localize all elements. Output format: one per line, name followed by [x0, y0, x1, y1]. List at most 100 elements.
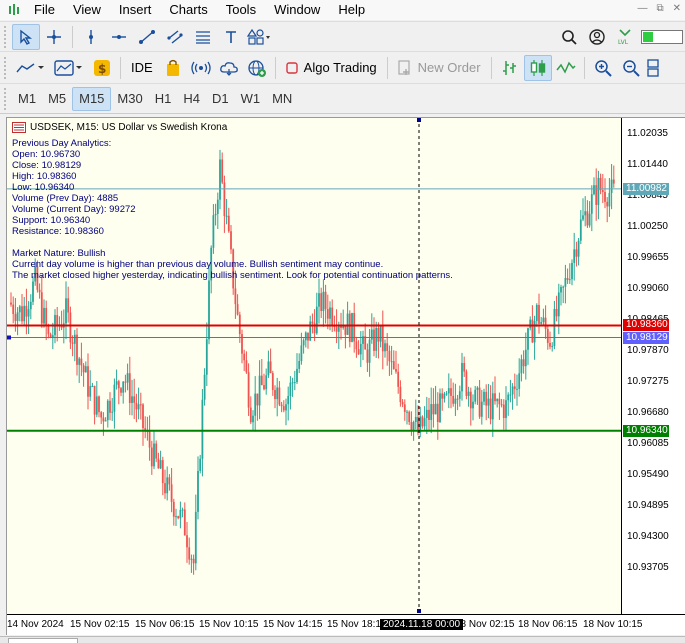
vps-button[interactable]	[215, 55, 243, 81]
candlestick-chart-button[interactable]	[523, 54, 552, 81]
bar-chart-button[interactable]	[496, 55, 524, 81]
menu-window[interactable]: Window	[268, 0, 332, 20]
separator	[274, 56, 276, 79]
candle-body	[260, 375, 263, 386]
candle-body	[126, 373, 129, 383]
menu-file[interactable]: File	[28, 0, 67, 20]
resistance-price-tag: 10.98360	[623, 319, 669, 332]
level-badge[interactable]: LVL	[611, 24, 639, 50]
candle-body	[322, 291, 325, 312]
account-button[interactable]	[583, 24, 611, 50]
candle-body	[56, 315, 59, 327]
line-chart-button[interactable]	[552, 55, 580, 81]
candle-body	[216, 199, 219, 214]
candle-body	[47, 326, 50, 335]
timeframe-m1[interactable]: M1	[12, 87, 42, 111]
candle-body	[32, 281, 34, 302]
candle-body	[359, 343, 362, 355]
timeframe-h1[interactable]: H1	[149, 87, 178, 111]
zoom-in-button[interactable]	[589, 55, 617, 81]
toolbar-grip[interactable]	[4, 87, 8, 110]
trend-line-button[interactable]	[133, 24, 161, 50]
candle-body	[403, 404, 406, 412]
candle-body	[175, 516, 177, 518]
timeframe-mn[interactable]: MN	[266, 87, 298, 111]
zoom-out-button[interactable]	[617, 55, 645, 81]
chart-canvas[interactable]: USDSEK, M15: US Dollar vs Swedish Krona …	[7, 118, 621, 614]
price-axis[interactable]: 11.02035 11.01440 11.00845 11.00250 10.99655…	[621, 118, 685, 614]
search-button[interactable]	[555, 24, 583, 50]
candle-body	[82, 365, 85, 373]
chart-toolbar: $ IDE Algo Trading New Order	[0, 52, 685, 84]
broadcast-button[interactable]	[187, 55, 215, 81]
candle-body	[276, 387, 279, 400]
candle-body	[49, 334, 52, 338]
market-button[interactable]: $	[88, 55, 116, 81]
ide-button[interactable]: IDE	[125, 55, 159, 81]
close-icon[interactable]: ✕	[673, 3, 681, 14]
timeframe-m30[interactable]: M30	[111, 87, 148, 111]
candle-body	[390, 361, 393, 363]
candle-body	[520, 359, 523, 374]
toolbar-grip[interactable]	[4, 25, 8, 48]
vertical-line-button[interactable]	[77, 24, 105, 50]
candle-body	[194, 511, 197, 564]
menu-charts[interactable]: Charts	[163, 0, 219, 20]
chart-tab[interactable]	[8, 638, 78, 643]
candle-body	[483, 391, 485, 402]
connection-status-bar[interactable]	[639, 24, 685, 50]
shapes-dropdown-button[interactable]	[245, 24, 273, 50]
horizontal-line-button[interactable]	[105, 24, 133, 50]
timeframe-h4[interactable]: H4	[177, 87, 206, 111]
candle-body	[375, 327, 378, 351]
candle-body	[604, 191, 606, 202]
candle-body	[274, 389, 276, 400]
candle-body	[542, 317, 545, 323]
price-tick-label: 11.02035	[627, 128, 668, 139]
template-icon	[54, 59, 82, 76]
candle-body	[157, 458, 160, 469]
timeframe-m5[interactable]: M5	[42, 87, 72, 111]
candle-body	[544, 317, 547, 329]
channel-tool-button[interactable]	[161, 24, 189, 50]
tile-windows-button[interactable]	[645, 55, 661, 81]
candle-body	[95, 396, 98, 415]
candle-body	[608, 192, 611, 207]
timeframe-w1[interactable]: W1	[235, 87, 267, 111]
menu-insert[interactable]: Insert	[113, 0, 164, 20]
candle-body	[335, 327, 338, 332]
candle-body	[29, 301, 32, 310]
community-button[interactable]	[243, 55, 271, 81]
text-tool-button[interactable]	[217, 24, 245, 50]
candle-body	[113, 384, 116, 412]
indicators-dropdown-button[interactable]	[12, 55, 50, 81]
cursor-tool-button[interactable]	[12, 23, 40, 50]
timeframe-m15[interactable]: M15	[72, 86, 112, 111]
menu-view[interactable]: View	[67, 0, 113, 20]
restore-icon[interactable]: ⧉	[656, 3, 663, 14]
candle-body	[183, 509, 186, 536]
signals-button[interactable]	[159, 55, 187, 81]
menu-tools[interactable]: Tools	[220, 0, 268, 20]
algo-trading-button[interactable]: Algo Trading	[280, 55, 383, 81]
bag-icon	[166, 59, 179, 76]
new-order-button[interactable]: New Order	[392, 55, 487, 81]
candle-body	[12, 304, 15, 315]
menu-help[interactable]: Help	[332, 0, 377, 20]
dollar-icon: $	[94, 59, 110, 76]
toolbar-grip[interactable]	[4, 56, 8, 79]
menu-bar: File View Insert Charts Tools Window Hel…	[0, 0, 685, 20]
new-order-icon	[398, 59, 410, 75]
minimize-icon[interactable]: —	[637, 3, 647, 14]
crosshair-tool-button[interactable]	[40, 24, 68, 50]
candle-body	[318, 293, 320, 307]
time-tick-label: 18 Nov 02:15	[455, 619, 515, 630]
templates-dropdown-button[interactable]	[50, 55, 88, 81]
time-axis[interactable]: 14 Nov 2024 15 Nov 02:15 15 Nov 06:15 15 No…	[7, 614, 685, 635]
candle-body	[582, 215, 584, 220]
candle-body	[474, 389, 477, 402]
candle-body	[456, 398, 459, 400]
fibonacci-tool-button[interactable]	[189, 24, 217, 50]
timeframe-d1[interactable]: D1	[206, 87, 235, 111]
candle-body	[606, 201, 609, 207]
